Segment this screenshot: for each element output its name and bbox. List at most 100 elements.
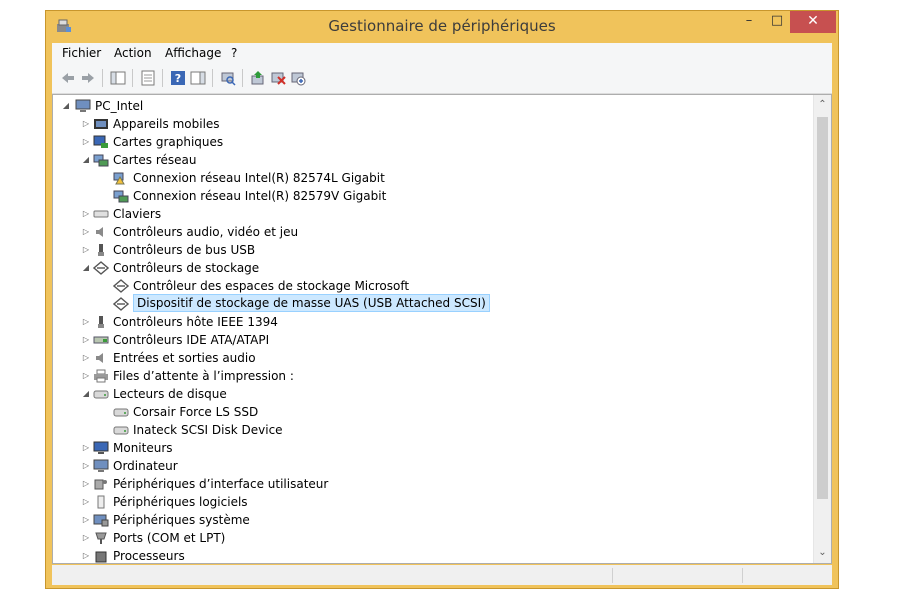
collapsed-arrow-icon[interactable]: ▷ [81,493,91,511]
tree-item-label: Périphériques d’interface utilisateur [113,477,329,491]
toolbar-separator [102,69,103,87]
tree-item-label: Périphériques système [113,513,250,527]
uninstall-icon [271,72,286,85]
toolbar-separator [162,69,163,87]
collapsed-arrow-icon[interactable]: ▷ [81,205,91,223]
scroll-up-button[interactable]: ⌃ [814,97,831,113]
toolbar-separator [212,69,213,87]
chevron-up-icon: ⌃ [818,99,827,110]
tree-item-label: Appareils mobiles [113,117,220,131]
minimize-icon: – [745,13,753,28]
toolbar-separator [132,69,133,87]
tree-item-label: Cartes réseau [113,153,197,167]
status-divider [612,568,613,583]
collapsed-arrow-icon[interactable]: ▷ [81,115,91,133]
expanded-arrow-icon[interactable]: ◢ [81,151,91,169]
svg-text:?: ? [175,72,181,85]
collapsed-arrow-icon[interactable]: ▷ [81,457,91,475]
tree-item-label: Contrôleurs de stockage [113,261,260,275]
action-pane-button[interactable] [190,70,206,86]
tree-item-label: Contrôleurs IDE ATA/ATAPI [113,333,270,347]
scan-hardware-icon [221,72,236,86]
tree-item-label: Connexion réseau Intel(R) 82579V Gigabit [133,189,387,203]
collapsed-arrow-icon[interactable]: ▷ [81,331,91,349]
update-driver-icon [251,71,264,85]
tree-item-label: Contrôleurs hôte IEEE 1394 [113,315,278,329]
collapsed-arrow-icon[interactable]: ▷ [81,547,91,563]
processor-icon [93,549,109,563]
storage-controller-icon [112,279,130,293]
scroll-down-button[interactable]: ⌄ [814,545,831,561]
computer-icon [93,459,109,473]
hid-icon [93,477,109,491]
expanded-arrow-icon[interactable]: ◢ [81,385,91,403]
chevron-down-icon: ⌄ [818,547,827,558]
usb-icon [93,243,109,257]
collapsed-arrow-icon[interactable]: ▷ [81,475,91,493]
enable-device-button[interactable] [290,70,306,86]
tree-root-label: PC_Intel [95,99,144,113]
tree-item-label: Corsair Force LS SSD [133,405,259,419]
title-bar[interactable]: Gestionnaire de périphériques – □ ✕ [46,11,838,41]
device-manager-window: Gestionnaire de périphériques – □ ✕ Fich… [45,10,839,589]
uninstall-button[interactable] [270,70,286,86]
console-tree-icon [110,71,126,85]
expanded-arrow-icon[interactable]: ◢ [81,259,91,277]
collapsed-arrow-icon[interactable]: ▷ [81,133,91,151]
tree-item-label: Connexion réseau Intel(R) 82574L Gigabit [133,171,385,185]
forward-button[interactable] [80,70,96,86]
collapsed-arrow-icon[interactable]: ▷ [81,511,91,529]
action-pane-icon [190,71,206,85]
scroll-thumb[interactable] [817,117,828,499]
enable-device-icon [291,72,306,86]
speaker-icon [93,351,109,365]
expanded-arrow-icon[interactable]: ◢ [61,97,71,115]
tree-item-label: Dispositif de stockage de masse UAS (USB… [133,294,490,312]
collapsed-arrow-icon[interactable]: ▷ [81,529,91,547]
collapsed-arrow-icon[interactable]: ▷ [81,241,91,259]
menu-file[interactable]: Fichier [62,46,101,60]
properties-icon [141,70,155,86]
menu-help[interactable]: ? [231,46,237,60]
toolbar: ? [52,63,832,94]
minimize-button[interactable]: – [736,11,762,33]
maximize-button[interactable]: □ [764,11,790,33]
keyboard-icon [93,207,109,221]
firewire-icon [93,315,109,329]
arrow-left-icon [62,73,74,83]
tree-item-label: Entrées et sorties audio [113,351,256,365]
vertical-scrollbar[interactable]: ⌃ ⌄ [813,95,831,563]
help-button[interactable]: ? [170,70,186,86]
window-title: Gestionnaire de périphériques [328,17,556,35]
tree-item-label: Ordinateur [113,459,178,473]
collapsed-arrow-icon[interactable]: ▷ [81,223,91,241]
collapsed-arrow-icon[interactable]: ▷ [81,349,91,367]
collapsed-arrow-icon[interactable]: ▷ [81,439,91,457]
port-icon [93,531,109,545]
update-driver-button[interactable] [250,70,266,86]
back-button[interactable] [60,70,76,86]
tree-item-label: Files d’attente à l’impression : [113,369,294,383]
network-adapter-warning-icon [113,171,129,185]
collapsed-arrow-icon[interactable]: ▷ [81,367,91,385]
device-tree[interactable]: ◢ PC_Intel ▷ Appareils mobiles ▷ Cartes gra… [53,95,813,563]
menu-action[interactable]: Action [114,46,152,60]
display-adapter-icon [93,135,109,149]
storage-controller-icon [112,297,130,311]
collapsed-arrow-icon[interactable]: ▷ [81,313,91,331]
properties-button[interactable] [140,70,156,86]
tree-item-label: Ports (COM et LPT) [113,531,226,545]
tree-item-label: Contrôleur des espaces de stockage Micro… [133,279,410,293]
menu-view[interactable]: Affichage [165,46,221,60]
disk-drive-icon [113,405,129,419]
close-button[interactable]: ✕ [790,11,836,33]
scan-hardware-button[interactable] [220,70,236,86]
show-hide-tree-button[interactable] [110,70,126,86]
tree-item-label: Contrôleurs de bus USB [113,243,256,257]
computer-icon [75,99,91,113]
device-tree-pane: ◢ PC_Intel ▷ Appareils mobiles ▷ Cartes gra… [52,94,832,564]
disk-drive-icon [113,423,129,437]
arrow-right-icon [82,73,94,83]
tree-item-label: Cartes graphiques [113,135,224,149]
system-device-icon [93,513,109,527]
